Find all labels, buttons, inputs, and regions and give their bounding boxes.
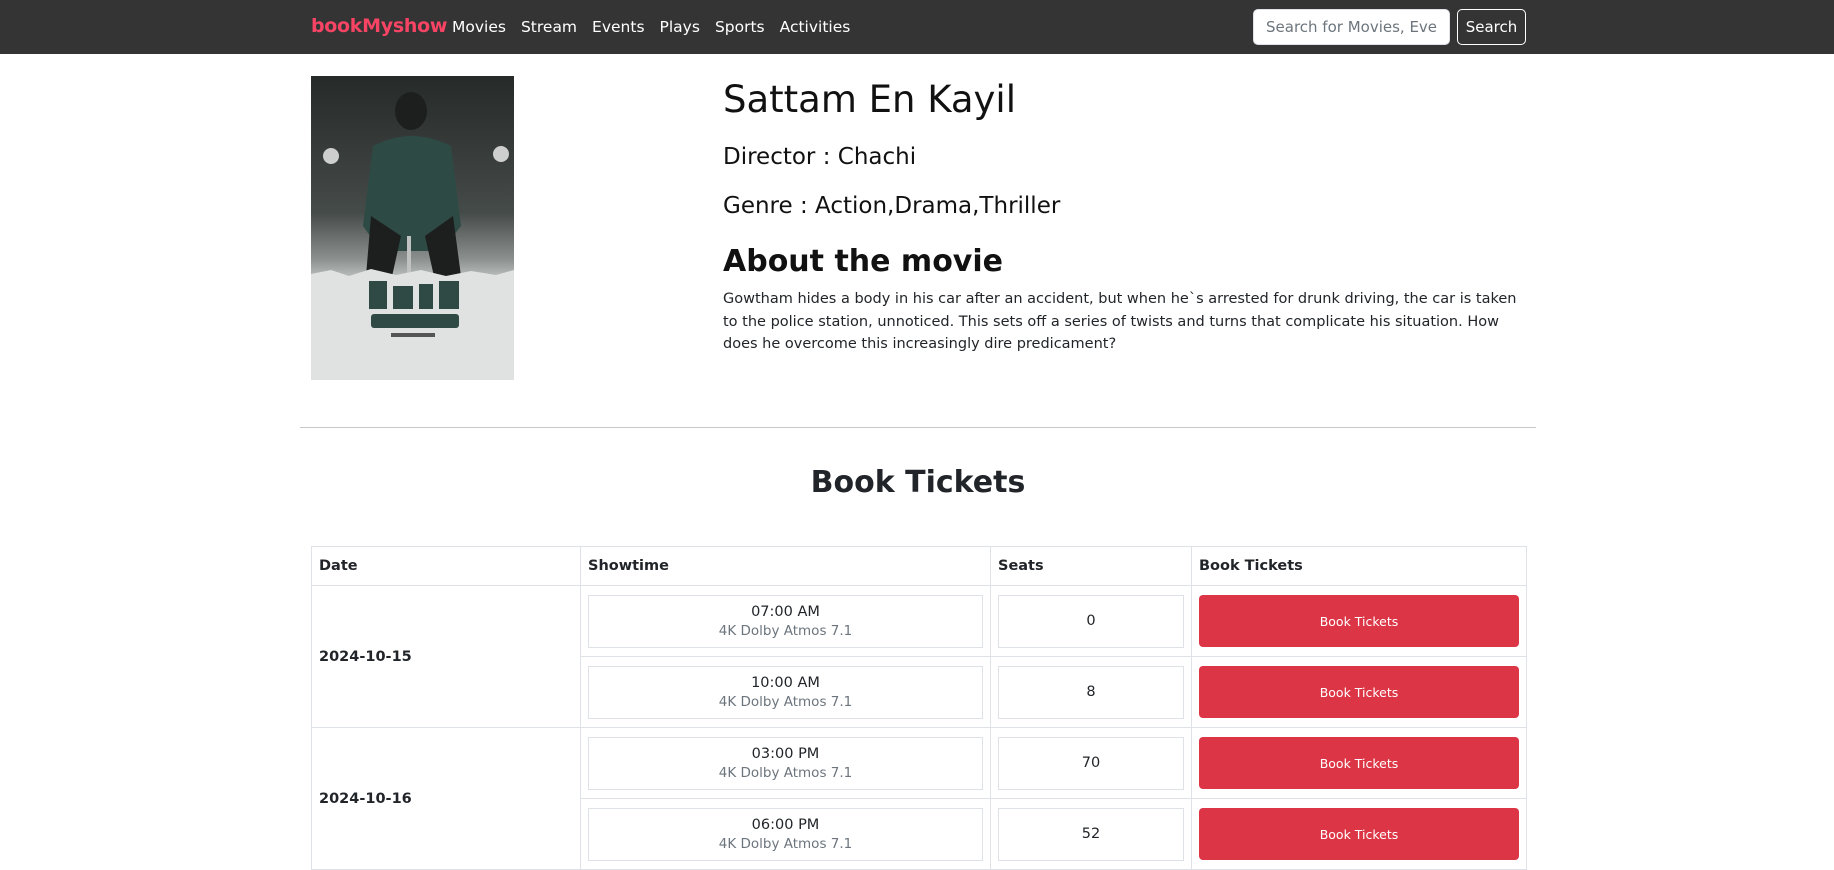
showtime-format: 4K Dolby Atmos 7.1 (718, 835, 853, 852)
showtime-cell: 03:00 PM 4K Dolby Atmos 7.1 (580, 727, 991, 799)
book-tickets-button[interactable]: Book Tickets (1199, 737, 1519, 789)
search-button[interactable]: Search (1457, 9, 1526, 45)
book-cell: Book Tickets (1191, 585, 1527, 657)
showtime-time: 06:00 PM (751, 816, 820, 833)
showtime-box: 03:00 PM 4K Dolby Atmos 7.1 (588, 736, 983, 790)
seats-cell: 70 (990, 727, 1192, 799)
book-cell: Book Tickets (1191, 727, 1527, 799)
showtime-cell: 10:00 AM 4K Dolby Atmos 7.1 (580, 656, 991, 728)
book-tickets-heading: Book Tickets (810, 465, 1026, 500)
section-divider (300, 427, 1536, 428)
movie-director: Director : Chachi (723, 144, 917, 170)
nav-link-activities[interactable]: Activities (780, 18, 851, 36)
movie-poster-art (311, 76, 514, 380)
showtime-time: 07:00 AM (751, 603, 820, 620)
nav-link-stream[interactable]: Stream (521, 18, 577, 36)
showtime-time: 03:00 PM (751, 745, 820, 762)
showtime-box: 10:00 AM 4K Dolby Atmos 7.1 (588, 665, 983, 719)
book-tickets-button[interactable]: Book Tickets (1199, 808, 1519, 860)
column-header-showtime: Showtime (580, 546, 991, 586)
seats-cell: 52 (990, 798, 1192, 870)
brand-logo[interactable]: bookMyshow (311, 15, 447, 37)
showtime-format: 4K Dolby Atmos 7.1 (718, 693, 853, 710)
column-header-seats: Seats (990, 546, 1192, 586)
navbar: bookMyshow Movies Stream Events Plays Sp… (0, 0, 1834, 54)
nav-link-movies[interactable]: Movies (452, 18, 506, 36)
book-tickets-button[interactable]: Book Tickets (1199, 595, 1519, 647)
showtime-box: 07:00 AM 4K Dolby Atmos 7.1 (588, 594, 983, 648)
showtime-cell: 06:00 PM 4K Dolby Atmos 7.1 (580, 798, 991, 870)
seats-count: 52 (998, 807, 1184, 861)
showtime-box: 06:00 PM 4K Dolby Atmos 7.1 (588, 807, 983, 861)
book-tickets-button[interactable]: Book Tickets (1199, 666, 1519, 718)
showtime-format: 4K Dolby Atmos 7.1 (718, 764, 853, 781)
movie-genre: Genre : Action,Drama,Thriller (723, 193, 1061, 219)
nav-link-events[interactable]: Events (592, 18, 644, 36)
column-header-book: Book Tickets (1191, 546, 1527, 586)
showtime-cell: 07:00 AM 4K Dolby Atmos 7.1 (580, 585, 991, 657)
nav-link-sports[interactable]: Sports (715, 18, 765, 36)
date-cell: 2024-10-15 (311, 585, 581, 728)
about-text: Gowtham hides a body in his car after an… (723, 291, 1517, 352)
seats-count: 70 (998, 736, 1184, 790)
showtime-format: 4K Dolby Atmos 7.1 (718, 622, 853, 639)
about-heading: About the movie (723, 244, 1003, 279)
seats-cell: 8 (990, 656, 1192, 728)
nav-links: Movies Stream Events Plays Sports Activi… (452, 18, 865, 36)
showtime-time: 10:00 AM (751, 674, 820, 691)
table-row: 2024-10-15 07:00 AM 4K Dolby Atmos 7.1 0… (311, 585, 1527, 728)
seats-cell: 0 (990, 585, 1192, 657)
table-row: 2024-10-16 03:00 PM 4K Dolby Atmos 7.1 7… (311, 727, 1527, 870)
movie-title: Sattam En Kayil (723, 78, 1016, 121)
movie-poster (311, 76, 514, 380)
showtimes-table: Date Showtime Seats Book Tickets 2024-10… (311, 546, 1527, 870)
nav-link-plays[interactable]: Plays (660, 18, 700, 36)
seats-count: 0 (998, 594, 1184, 648)
book-cell: Book Tickets (1191, 656, 1527, 728)
book-cell: Book Tickets (1191, 798, 1527, 870)
search-input[interactable] (1253, 9, 1450, 45)
date-cell: 2024-10-16 (311, 727, 581, 870)
table-header-row: Date Showtime Seats Book Tickets (311, 546, 1527, 586)
column-header-date: Date (311, 546, 581, 586)
seats-count: 8 (998, 665, 1184, 719)
